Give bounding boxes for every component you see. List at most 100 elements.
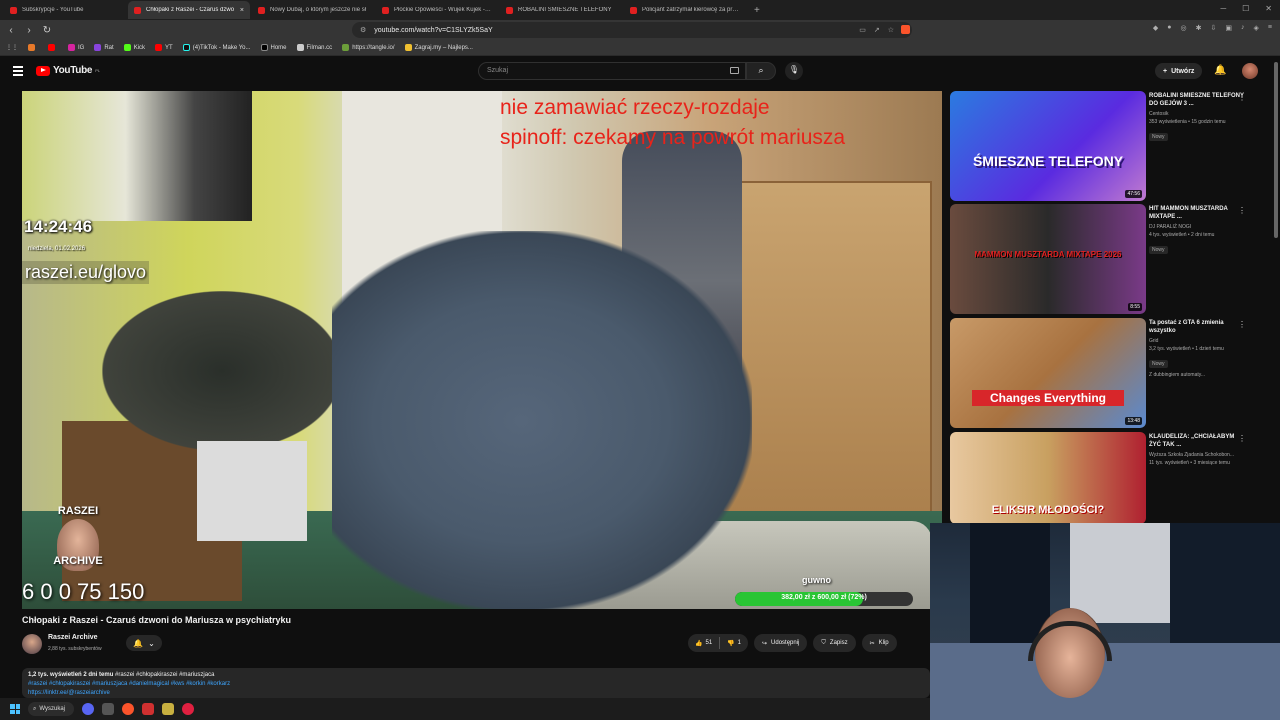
voice-search-button[interactable]: 🎙 (785, 62, 803, 80)
tab-title: Płockie Opowieści - Wujek Kujek - Yo (394, 7, 492, 13)
video-player[interactable]: 14:24:46 niedziela, 01.02.2026 raszei.eu… (22, 91, 942, 609)
recommendation-item[interactable]: ŚMIESZNE TELEFONY 47:56 ROBALINI ŚMIESZN… (950, 91, 1270, 201)
forward-icon[interactable]: › (22, 25, 36, 36)
channel-avatar[interactable] (22, 634, 42, 654)
menu-icon[interactable]: ≡ (1268, 24, 1272, 32)
close-window-icon[interactable]: ✕ (1265, 4, 1272, 13)
youtube-favicon-icon (506, 6, 513, 14)
clip-button[interactable]: ✂ Klip (861, 634, 897, 652)
dislike-count: 1 (737, 640, 741, 646)
bookmarks-bar: ⋮⋮ IG Rat Kick YT (4)TikTok - Make Yo...… (0, 40, 1280, 56)
app-icon[interactable] (162, 703, 174, 715)
recommendation-channel[interactable]: Wyższa Szkoła Zjadania Schokobon... (1149, 452, 1245, 458)
recommendation-item[interactable]: Changes Everything 13:48 Ta postać z GTA… (950, 318, 1270, 428)
tab-robalini[interactable]: ROBALINI ŚMIESZNE TELEFONY (500, 1, 622, 19)
recommendation-title[interactable]: Ta postać z GTA 6 zmienia wszystko (1149, 319, 1245, 335)
app-icon[interactable] (182, 703, 194, 715)
dislike-button[interactable]: 👎 1 (720, 640, 748, 647)
channel-name[interactable]: Raszei Archive (48, 634, 98, 641)
bookmark-label: Filman.cc (306, 44, 333, 51)
reload-icon[interactable]: ↻ (40, 25, 54, 36)
bookmark-zagraj[interactable]: Zagraj.my – Najleps... (404, 44, 473, 51)
back-icon[interactable]: ‹ (4, 25, 18, 36)
tab-subscriptions[interactable]: Subskrypcje - YouTube (4, 1, 126, 19)
download-icon[interactable]: ⇩ (1211, 24, 1217, 32)
search-input[interactable]: Szukaj (478, 62, 746, 80)
search-button[interactable]: ⌕ (746, 62, 776, 80)
new-tab-button[interactable]: + (754, 5, 760, 16)
recommendation-title[interactable]: KLAUDELIZA: „CHCIAŁABYM ŻYĆ TAK ... (1149, 433, 1245, 449)
keyboard-icon[interactable] (730, 67, 739, 74)
brave-shield-icon[interactable] (901, 25, 910, 34)
extension-icon[interactable]: ● (1167, 24, 1171, 32)
recommendation-channel[interactable]: DJ PARALIŻ NOGI (1149, 224, 1245, 230)
tab-dubai[interactable]: Nowy Dubaj, o którym jeszcze nie sł (252, 1, 374, 19)
recommendation-item[interactable]: MAMMON MUSZTARDA MIXTAPE 2026 8:55 HIT M… (950, 204, 1270, 314)
create-button[interactable]: + Utwórz (1155, 63, 1203, 79)
subscription-bell-button[interactable]: 🔔 ⌄ (126, 635, 162, 651)
taskbar-search[interactable]: ⌕ Wyszukaj (28, 702, 74, 716)
youtube-logo[interactable]: YouTube PL (36, 65, 100, 76)
bookmark-filman[interactable]: Filman.cc (296, 44, 333, 51)
like-button[interactable]: 👍 51 (688, 640, 719, 647)
notifications-bell-icon[interactable]: 🔔 (1214, 65, 1226, 76)
recommendation-thumbnail[interactable]: ŚMIESZNE TELEFONY 47:56 (950, 91, 1146, 201)
save-button[interactable]: ⛉ Zapisz (813, 634, 856, 652)
site-info-icon[interactable]: ⚙ (360, 26, 366, 34)
youtube-icon (155, 44, 163, 51)
more-options-icon[interactable]: ⋮ (1238, 206, 1246, 215)
recommendation-title[interactable]: ROBALINI ŚMIESZNE TELEFONY DO GEJÓW 3 ..… (1149, 92, 1245, 108)
recommendation-title[interactable]: HIT MAMMON MUSZTARDA MIXTAPE ... (1149, 205, 1245, 221)
wallet-icon[interactable]: ◈ (1254, 24, 1259, 32)
bookmark-tiktok[interactable]: (4)TikTok - Make Yo... (182, 44, 251, 51)
more-options-icon[interactable]: ⋮ (1238, 434, 1246, 443)
recommendation-thumbnail[interactable]: ELIKSIR MŁODOŚCI? (950, 432, 1146, 524)
bookmark-tangle[interactable]: https://tangle.io/ (342, 44, 395, 51)
hamburger-menu-icon[interactable] (13, 66, 23, 78)
bookmark-item[interactable] (48, 44, 58, 51)
extensions-puzzle-icon[interactable]: ✱ (1196, 24, 1202, 32)
user-avatar[interactable] (1242, 63, 1258, 79)
app-icon[interactable] (102, 703, 114, 715)
bookmark-ig[interactable]: IG (68, 44, 84, 51)
close-tab-icon[interactable]: × (240, 7, 244, 14)
channel-subscribers: 2,88 tys. subskrybentów (48, 646, 102, 652)
address-bar[interactable]: ⚙ youtube.com/watch?v=C1SLYZk5SaY ▭↗☆ (352, 22, 912, 38)
music-icon[interactable]: ♪ (1241, 24, 1245, 32)
stream-date: niedziela, 01.02.2026 (28, 246, 86, 252)
description-tag-links[interactable]: #raszei #chłopakiraszei #mariuszjaca #da… (28, 681, 924, 687)
maximize-icon[interactable]: ☐ (1242, 4, 1249, 13)
discord-icon[interactable] (82, 703, 94, 715)
bookmark-home[interactable]: Home (260, 44, 287, 51)
description-link[interactable]: https://linktr.ee/@raszeiarchive (28, 690, 924, 696)
extension-icon[interactable]: ◆ (1153, 24, 1158, 32)
more-options-icon[interactable]: ⋮ (1238, 320, 1246, 329)
bookmark-yt[interactable]: YT (155, 44, 173, 51)
brave-browser-icon[interactable] (122, 703, 134, 715)
bookmark-rat[interactable]: Rat (94, 44, 114, 51)
search-icon: ⌕ (758, 65, 764, 75)
page-scrollbar[interactable] (1274, 62, 1278, 238)
windows-start-icon[interactable] (10, 704, 20, 714)
tab-active-video[interactable]: Chłopaki z Raszei - Czaruś dzwo × (128, 1, 250, 19)
donation-goal-bar: 382,00 zł z 600,00 zł (72%) (735, 592, 913, 606)
tab-title: Subskrypcje - YouTube (22, 7, 84, 13)
tab-plockie[interactable]: Płockie Opowieści - Wujek Kujek - Yo (376, 1, 498, 19)
minimize-icon[interactable]: ─ (1220, 4, 1226, 13)
bookmark-item[interactable] (28, 44, 38, 51)
more-options-icon[interactable]: ⋮ (1238, 93, 1246, 102)
tab-policjant[interactable]: Policjant zatrzymał kierowcę za prędk (624, 1, 746, 19)
recommendation-channel[interactable]: Centosik (1149, 111, 1245, 117)
youtube-bookmark-icon (48, 44, 55, 51)
extension-icon[interactable]: ◎ (1181, 24, 1187, 32)
recommendation-thumbnail[interactable]: MAMMON MUSZTARDA MIXTAPE 2026 8:55 (950, 204, 1146, 314)
recommendation-thumbnail[interactable]: Changes Everything 13:48 (950, 318, 1146, 428)
apps-icon[interactable]: ⋮⋮ (6, 44, 18, 51)
tab-title: Policjant zatrzymał kierowcę za prędk (642, 7, 740, 13)
bookmark-kick[interactable]: Kick (123, 44, 145, 51)
video-description[interactable]: 1,2 tys. wyświetleń 2 dni temu #raszei #… (22, 668, 930, 698)
app-icon[interactable] (142, 703, 154, 715)
sidebar-icon[interactable]: ▣ (1225, 24, 1232, 32)
share-button[interactable]: ↪ Udostępnij (754, 634, 808, 652)
recommendation-channel[interactable]: Grid (1149, 338, 1245, 344)
